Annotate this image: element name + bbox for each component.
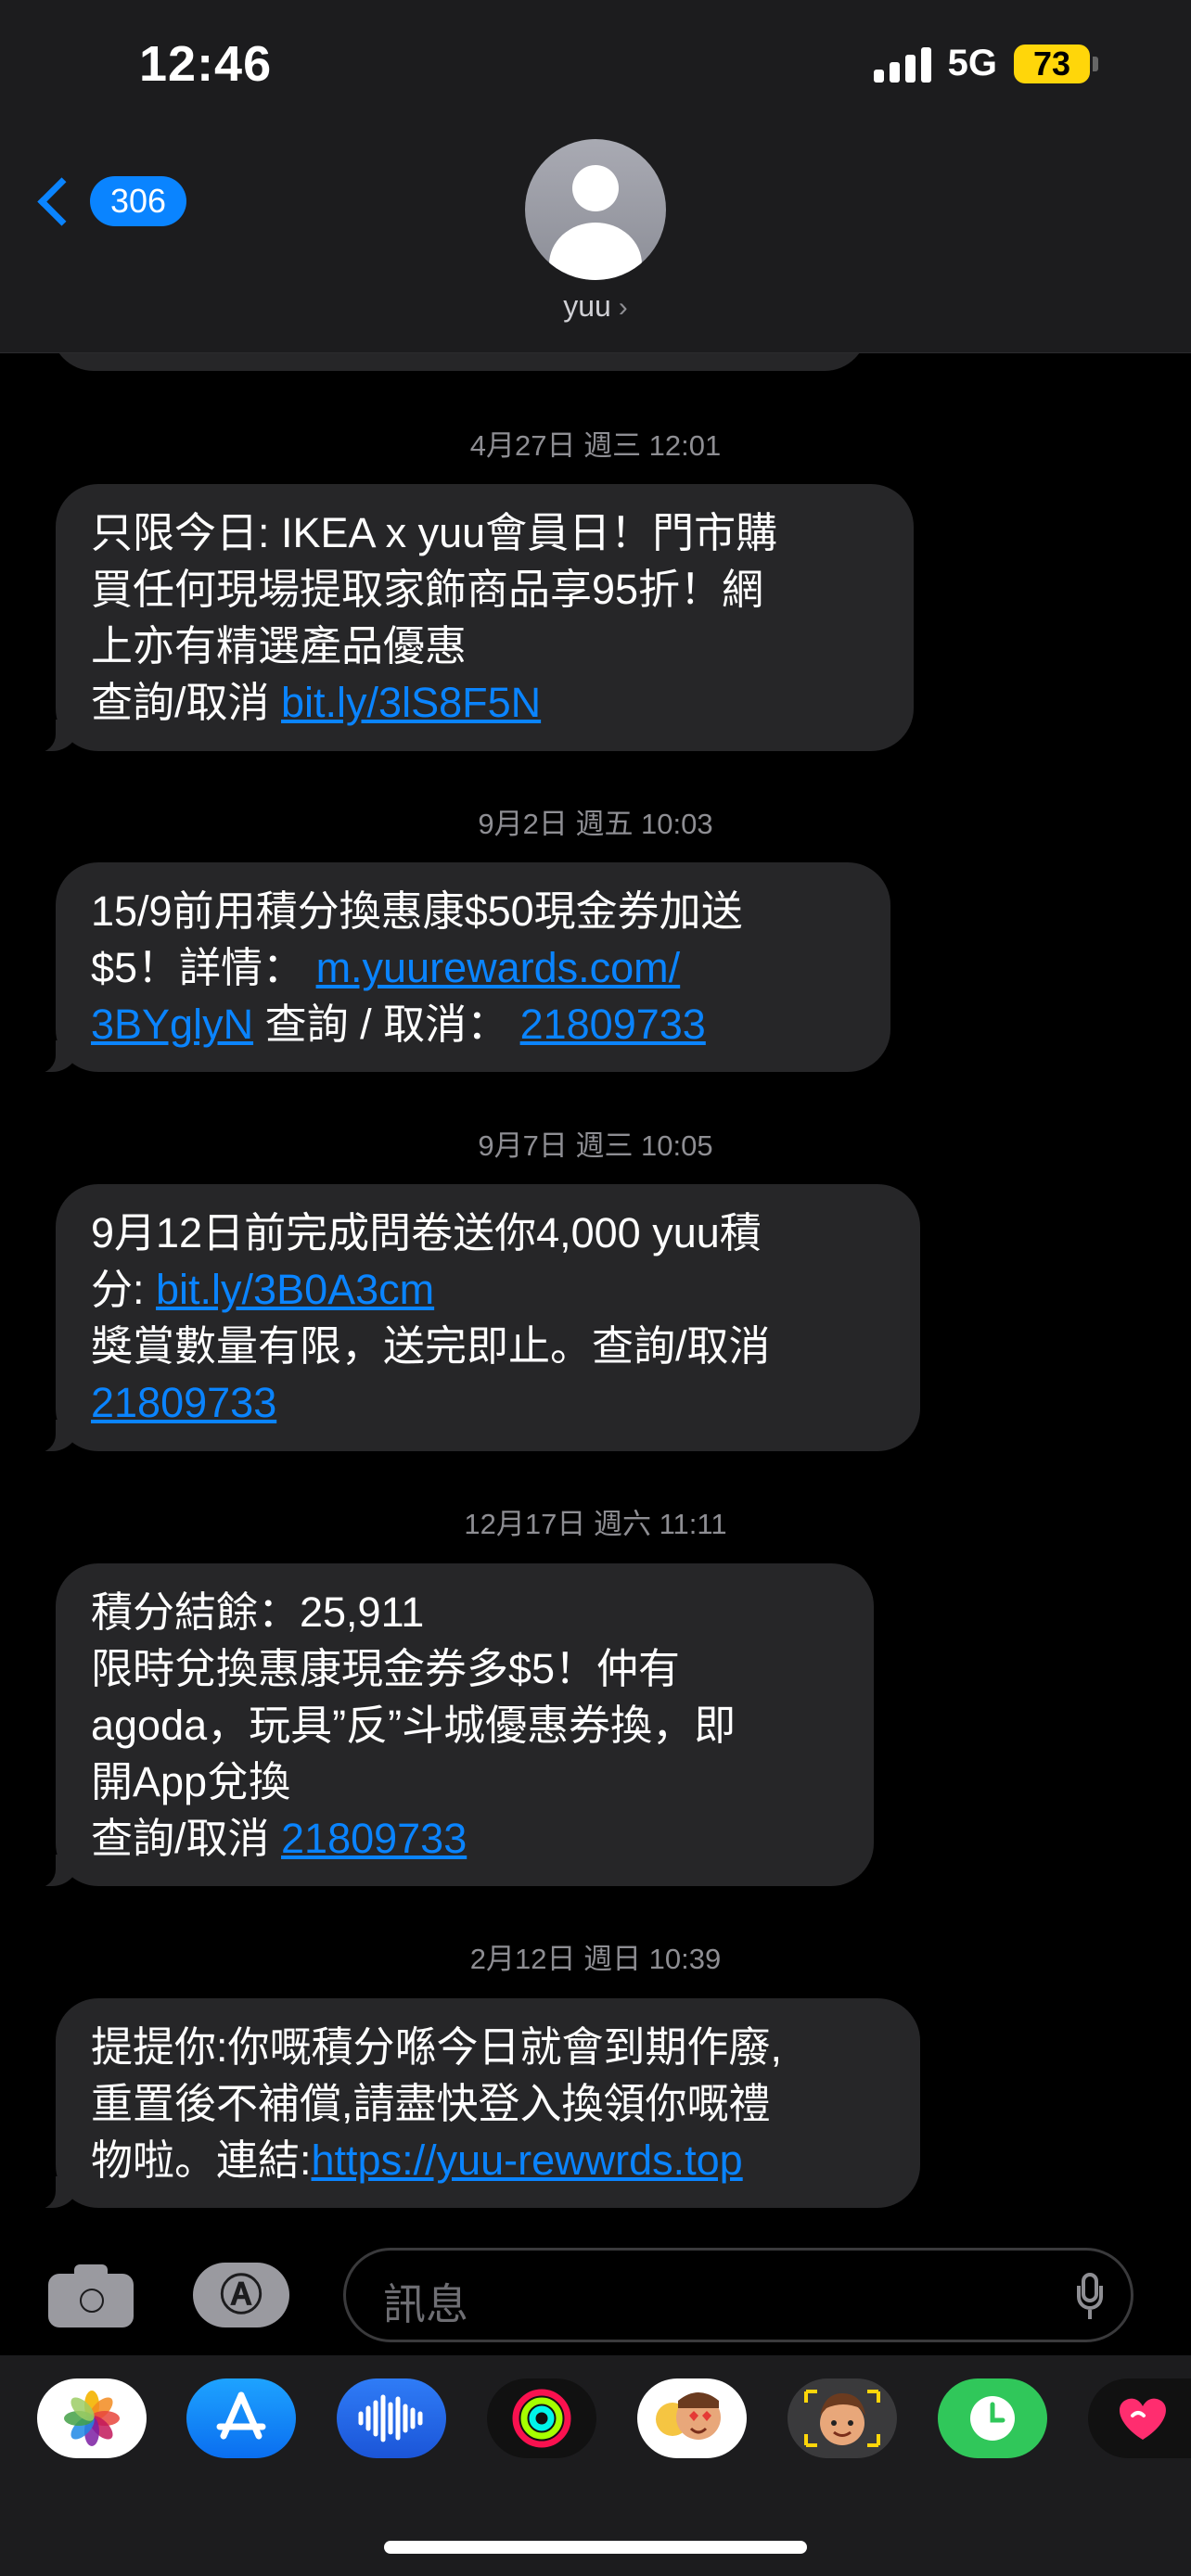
microphone-icon[interactable] [1077,2273,1103,2319]
message-text: 分: [91,1266,157,1313]
find-my-app-icon[interactable] [938,2378,1047,2458]
message-text: 物啦。連結: [91,2136,312,2184]
message-line: 上亦有精選產品優惠 [91,622,467,670]
app-store-app-icon[interactable] [186,2378,296,2458]
status-time: 12:46 [139,36,273,92]
message-line: 只限今日: IKEA x yuu會員日！門市購 [91,509,778,556]
message-text: 查詢 / 取消： [253,1001,520,1048]
back-button[interactable]: 306 [37,176,187,226]
message-line: 15/9前用積分換惠康$50現金券加送 [91,887,743,935]
message-link[interactable]: bit.ly/3B0A3cm [156,1266,434,1313]
message-line: 獎賞數量有限，送完即止。查詢/取消 [91,1322,771,1370]
message-bubble[interactable]: 只限今日: IKEA x yuu會員日！門市購 買任何現場提取家飾商品享95折！… [28,484,914,753]
signal-icon [873,45,931,83]
audio-message-app-icon[interactable] [337,2378,446,2458]
message-text: $5！詳情： [91,944,316,991]
message-timestamp: 9月7日 週三 10:05 [478,1129,713,1162]
message-input-placeholder: 訊息 [383,2280,468,2328]
conversation-header: 12:46 5G 73 306 yuu › [0,0,1191,353]
apps-button[interactable]: Ⓐ [193,2263,289,2327]
memoji-app-icon[interactable] [788,2378,897,2458]
phone-number-link[interactable]: 21809733 [520,1001,706,1048]
message-bubble[interactable]: 積分結餘：25,911 限時兌換惠康現金券多$5！仲有 agoda，玩具”反”斗… [28,1563,874,1888]
message-link[interactable]: bit.ly/3lS8F5N [281,679,541,726]
message-line: 積分結餘：25,911 [91,1588,425,1636]
message-link[interactable]: https://yuu-rewwrds.top [312,2136,743,2184]
message-text: 查詢/取消 [91,679,282,726]
app-store-icon: Ⓐ [220,2271,263,2319]
photos-app-icon[interactable] [37,2378,147,2458]
message-line: 開App兌換 [91,1758,291,1805]
message-line: agoda，玩具”反”斗城優惠券換，即 [91,1702,736,1749]
message-line: 買任何現場提取家飾商品享95折！網 [91,566,764,613]
message-timestamp: 12月17日 週六 11:11 [464,1508,727,1540]
status-indicators: 5G 73 [873,43,1098,84]
message-input[interactable]: 訊息 [343,2248,1133,2342]
message-link[interactable]: m.yuurewards.com/ [316,944,681,991]
message-timestamp: 2月12日 週日 10:39 [469,1943,722,1975]
message-bubble[interactable]: 15/9前用積分換惠康$50現金券加送 $5！詳情： m.yuurewards.… [28,862,890,1074]
battery-level: 73 [1014,44,1090,83]
battery-icon: 73 [1014,44,1098,83]
unread-count-badge: 306 [90,176,187,226]
chevron-left-icon [37,176,86,226]
message-link[interactable]: 3BYglyN [91,1001,253,1048]
contact-name-button[interactable]: yuu › [0,289,1191,324]
contact-avatar[interactable] [525,139,666,280]
home-indicator[interactable] [384,2541,807,2554]
message-bubble[interactable]: 9月12日前完成問卷送你4,000 yuu積 分: bit.ly/3B0A3cm… [28,1184,920,1453]
chevron-right-icon: › [618,292,628,323]
message-line: 9月12日前完成問卷送你4,000 yuu積 [91,1209,762,1256]
phone-number-link[interactable]: 21809733 [91,1379,276,1426]
activity-app-icon[interactable] [487,2378,596,2458]
message-line: 重置後不補償,請盡快登入換領你嘅禮 [91,2080,771,2127]
message-text: 查詢/取消 [91,1815,282,1862]
contact-name: yuu [563,289,611,323]
message-line: 限時兌換惠康現金券多$5！仲有 [91,1645,681,1692]
message-timestamp: 4月27日 週三 12:01 [469,429,722,462]
message-line: 提提你:你嘅積分喺今日就會到期作廢, [91,2023,783,2071]
message-bubble[interactable]: 提提你:你嘅積分喺今日就會到期作廢, 重置後不補償,請盡快登入換領你嘅禮 物啦。… [28,1998,920,2210]
network-type: 5G [947,43,997,83]
phone-number-link[interactable]: 21809733 [281,1815,467,1862]
message-timestamp: 9月2日 週五 10:03 [478,808,713,840]
camera-button[interactable] [48,2263,134,2327]
digital-touch-app-icon[interactable] [1088,2378,1191,2458]
memoji-stickers-app-icon[interactable] [637,2378,747,2458]
